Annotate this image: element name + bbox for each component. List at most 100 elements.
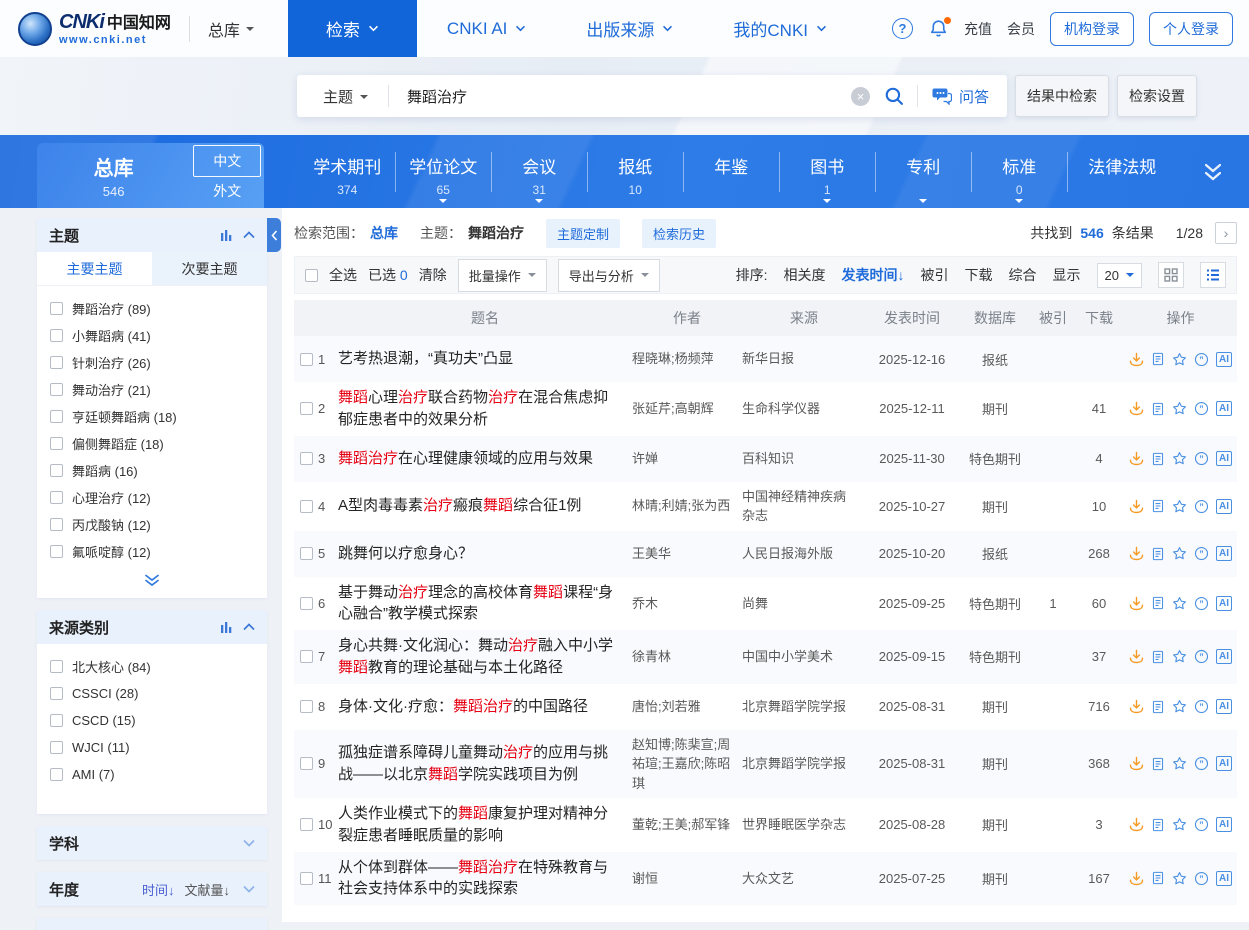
row-checkbox[interactable] — [300, 650, 313, 663]
citation-quote-icon[interactable]: ” — [1194, 352, 1209, 367]
filter-checkbox[interactable] — [50, 660, 63, 673]
filter-checkbox[interactable] — [50, 302, 63, 315]
result-authors[interactable]: 乔木 — [632, 594, 742, 614]
favorite-star-icon[interactable] — [1172, 546, 1187, 561]
col-downloads[interactable]: 下载 — [1074, 308, 1124, 328]
result-authors[interactable]: 董乾;王美;郝军锋 — [632, 815, 742, 835]
tab-primary-theme[interactable]: 主要主题 — [37, 252, 152, 285]
search-settings-button[interactable]: 检索设置 — [1117, 75, 1197, 117]
html-read-icon[interactable] — [1151, 650, 1165, 664]
favorite-star-icon[interactable] — [1172, 699, 1187, 714]
filter-checkbox[interactable] — [50, 356, 63, 369]
result-title-link[interactable]: 基于舞动治疗理念的高校体育舞蹈课程“身心融合”教学模式探索 — [338, 582, 632, 626]
html-read-icon[interactable] — [1151, 499, 1165, 513]
source-filter-item[interactable]: 北大核心 (84) — [50, 653, 254, 680]
result-cited-count[interactable]: 1 — [1032, 596, 1074, 611]
theme-filter-item[interactable]: 舞蹈治疗 (89) — [50, 295, 254, 322]
dbbar-category[interactable]: 标准0 — [971, 146, 1067, 208]
qa-button[interactable]: 问答 — [918, 86, 1007, 107]
row-checkbox[interactable] — [300, 700, 313, 713]
batch-operation-button[interactable]: 批量操作 — [458, 259, 547, 292]
download-icon[interactable] — [1129, 817, 1144, 832]
sort-option[interactable]: 相关度 — [784, 265, 826, 285]
col-cited[interactable]: 被引 — [1032, 308, 1074, 328]
result-source-link[interactable]: 生命科学仪器 — [742, 399, 866, 419]
result-authors[interactable]: 徐青林 — [632, 647, 742, 667]
notification-bell-icon[interactable] — [928, 18, 949, 39]
filter-checkbox[interactable] — [50, 437, 63, 450]
filter-checkbox[interactable] — [50, 329, 63, 342]
menu-item[interactable]: CNKI AI — [417, 0, 556, 57]
col-source[interactable]: 来源 — [742, 308, 866, 328]
page-size-select[interactable]: 20 — [1097, 263, 1142, 288]
result-title-link[interactable]: 从个体到群体——舞蹈治疗在特殊教育与社会支持体系中的实践探索 — [338, 857, 632, 901]
language-tab[interactable]: 中文 — [193, 145, 261, 177]
citation-quote-icon[interactable]: ” — [1194, 401, 1209, 416]
ai-assistant-icon[interactable]: AI — [1216, 756, 1232, 771]
source-filter-item[interactable]: AMI (7) — [50, 761, 254, 788]
list-view-button[interactable] — [1200, 262, 1226, 288]
next-page-button[interactable]: › — [1215, 222, 1237, 244]
total-library-tab[interactable]: 总库 546 中文外文 — [37, 143, 264, 208]
download-icon[interactable] — [1129, 451, 1144, 466]
year-panel-header[interactable]: 年度 时间↓ 文献量↓ — [37, 872, 267, 906]
ai-assistant-icon[interactable]: AI — [1216, 451, 1232, 466]
dbbar-category[interactable]: 年鉴 — [683, 146, 779, 208]
citation-quote-icon[interactable]: ” — [1194, 649, 1209, 664]
ai-assistant-icon[interactable]: AI — [1216, 596, 1232, 611]
chevron-up-icon[interactable] — [243, 231, 255, 239]
expand-more-themes-icon[interactable] — [37, 567, 267, 598]
result-authors[interactable]: 谢恒 — [632, 869, 742, 889]
result-source-link[interactable]: 尚舞 — [742, 594, 866, 614]
download-icon[interactable] — [1129, 546, 1144, 561]
citation-quote-icon[interactable]: ” — [1194, 596, 1209, 611]
favorite-star-icon[interactable] — [1172, 499, 1187, 514]
favorite-star-icon[interactable] — [1172, 401, 1187, 416]
html-read-icon[interactable] — [1151, 818, 1165, 832]
citation-quote-icon[interactable]: ” — [1194, 871, 1209, 886]
result-authors[interactable]: 赵知博;陈棐宣;周祐瑄;王嘉欣;陈昭琪 — [632, 735, 742, 794]
bar-chart-icon[interactable] — [220, 620, 234, 634]
result-title-link[interactable]: 身体·文化·疗愈：舞蹈治疗的中国路径 — [338, 696, 632, 718]
html-read-icon[interactable] — [1151, 452, 1165, 466]
personal-login-button[interactable]: 个人登录 — [1149, 12, 1233, 46]
col-authors[interactable]: 作者 — [632, 308, 742, 328]
sort-option[interactable]: 被引 — [921, 265, 949, 285]
download-icon[interactable] — [1129, 499, 1144, 514]
sidebar-collapse-tab[interactable] — [267, 218, 281, 252]
result-source-link[interactable]: 中国中小学美术 — [742, 647, 866, 667]
ai-assistant-icon[interactable]: AI — [1216, 401, 1232, 416]
download-icon[interactable] — [1129, 649, 1144, 664]
row-checkbox[interactable] — [300, 547, 313, 560]
year-sort-by-count[interactable]: 文献量↓ — [184, 880, 230, 899]
menu-item[interactable]: 检索 — [288, 0, 417, 57]
html-read-icon[interactable] — [1151, 757, 1165, 771]
result-authors[interactable]: 唐怡;刘若雅 — [632, 697, 742, 717]
theme-filter-item[interactable]: 亨廷顿舞蹈病 (18) — [50, 403, 254, 430]
dbbar-category[interactable]: 专利 — [875, 146, 971, 208]
download-icon[interactable] — [1129, 401, 1144, 416]
favorite-star-icon[interactable] — [1172, 756, 1187, 771]
subject-panel-header[interactable]: 学科 — [37, 826, 267, 860]
select-all-checkbox[interactable] — [305, 269, 318, 282]
member-link[interactable]: 会员 — [1007, 19, 1035, 39]
result-title-link[interactable]: 舞蹈治疗在心理健康领域的应用与效果 — [338, 448, 632, 470]
result-title-link[interactable]: 舞蹈心理治疗联合药物治疗在混合焦虑抑郁症患者中的效果分析 — [338, 387, 632, 431]
theme-filter-item[interactable]: 小舞蹈病 (41) — [50, 322, 254, 349]
export-analyze-button[interactable]: 导出与分析 — [558, 259, 660, 292]
search-in-results-button[interactable]: 结果中检索 — [1015, 75, 1109, 117]
source-filter-item[interactable]: WJCI (11) — [50, 734, 254, 761]
filter-checkbox[interactable] — [50, 383, 63, 396]
filter-checkbox[interactable] — [50, 410, 63, 423]
result-authors[interactable]: 程晓琳;杨频萍 — [632, 349, 742, 369]
chevron-down-icon[interactable] — [243, 885, 255, 893]
favorite-star-icon[interactable] — [1172, 649, 1187, 664]
dbbar-category[interactable]: 图书1 — [779, 146, 875, 208]
chevron-down-icon[interactable] — [243, 839, 255, 847]
result-title-link[interactable]: 人类作业模式下的舞蹈康复护理对精神分裂症患者睡眠质量的影响 — [338, 803, 632, 847]
dbbar-category[interactable]: 法律法规 — [1067, 146, 1177, 208]
theme-subscribe-chip[interactable]: 主题定制 — [546, 219, 620, 248]
clear-selection-button[interactable]: 清除 — [419, 265, 447, 285]
result-authors[interactable]: 王美华 — [632, 544, 742, 564]
search-history-chip[interactable]: 检索历史 — [642, 219, 716, 248]
